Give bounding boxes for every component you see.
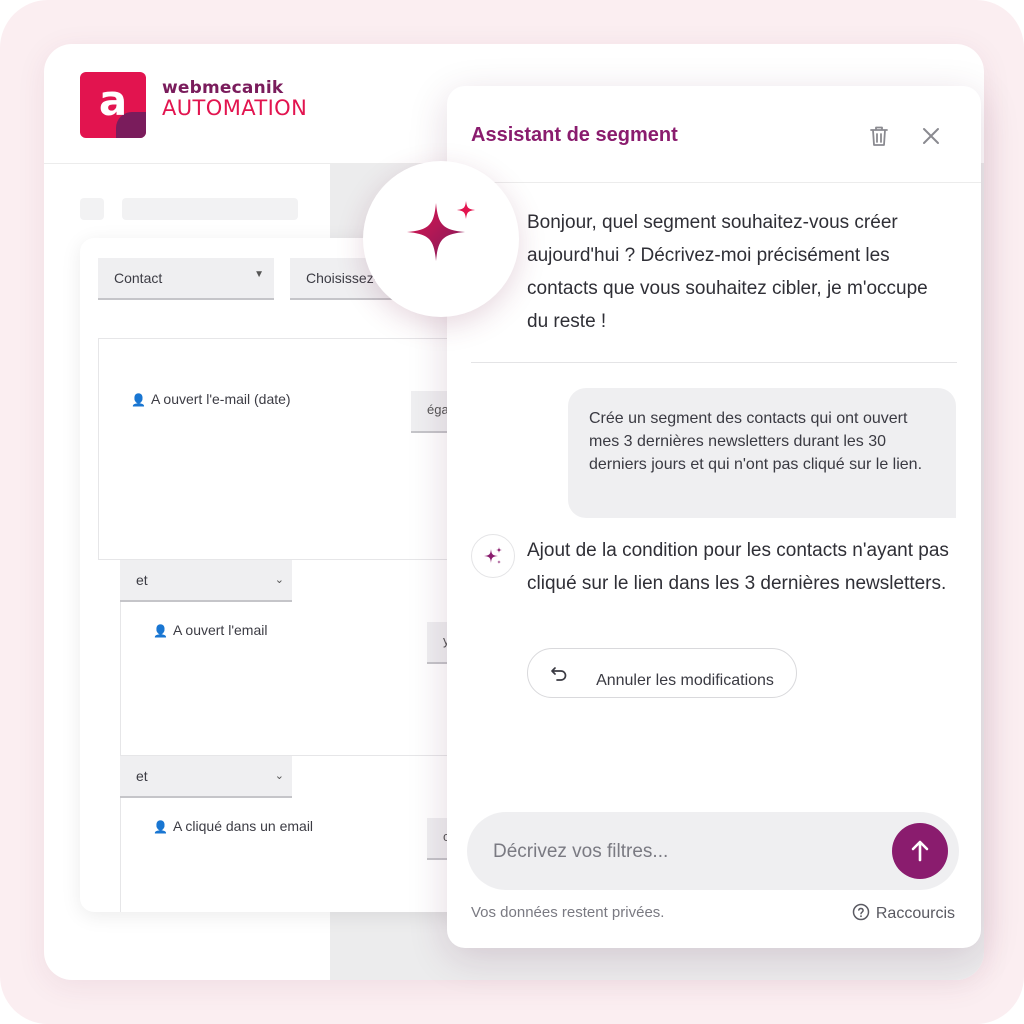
person-icon: 👤 bbox=[153, 820, 168, 834]
sparkle-icon bbox=[484, 547, 502, 564]
privacy-note: Vos données restent privées. bbox=[471, 904, 665, 921]
connector-value: et bbox=[136, 572, 148, 588]
assistant-title: Assistant de segment bbox=[471, 124, 678, 146]
shortcuts-link[interactable]: Raccourcis bbox=[852, 903, 955, 923]
segment-builder-panel: Contact ▼ Choisissez- 👤 A ouvert l'e-mail… bbox=[80, 238, 500, 912]
webmecanik-logo: a bbox=[80, 72, 146, 138]
chat-input-container bbox=[467, 812, 959, 890]
caret-down-icon: ▼ bbox=[254, 269, 264, 280]
skeleton-placeholder bbox=[80, 198, 104, 220]
connector-value: et bbox=[136, 768, 148, 784]
assistant-response-message: Ajout de la condition pour les contacts … bbox=[527, 540, 949, 594]
shortcuts-label: Raccourcis bbox=[875, 905, 955, 922]
condition-block: 👤A ouvert l'email y bbox=[120, 602, 500, 756]
condition-block: 👤A cliqué dans un email c bbox=[120, 798, 500, 912]
undo-changes-button[interactable]: Annuler les modifications bbox=[527, 648, 797, 698]
arrow-up-icon bbox=[911, 840, 929, 862]
help-circle-icon bbox=[852, 903, 870, 921]
sparkle-badge bbox=[363, 161, 519, 317]
assistant-panel: Assistant de segment Bonjour, quel segme… bbox=[447, 86, 981, 948]
connector-select[interactable]: et ⌄ bbox=[120, 756, 292, 798]
person-icon: 👤 bbox=[131, 393, 146, 407]
trash-icon[interactable] bbox=[865, 122, 893, 150]
user-message-bubble: Crée un segment des contacts qui ont ouv… bbox=[568, 388, 956, 518]
send-button[interactable] bbox=[892, 823, 948, 879]
object-select-value: Contact bbox=[114, 270, 163, 286]
condition-block: 👤 A ouvert l'e-mail (date) éga bbox=[98, 338, 500, 560]
object-select[interactable]: Contact ▼ bbox=[98, 258, 274, 300]
header-divider bbox=[447, 182, 981, 183]
connector-select[interactable]: et ⌄ bbox=[120, 560, 292, 602]
condition-label: 👤 A cliqué dans un email bbox=[153, 818, 314, 834]
undo-icon bbox=[551, 667, 567, 681]
undo-button-label: Annuler les modifications bbox=[596, 671, 774, 689]
sparkle-icon bbox=[407, 201, 475, 261]
condition-label: 👤 A ouvert l'e-mail (date) bbox=[131, 391, 291, 407]
message-divider bbox=[471, 362, 957, 363]
person-icon: 👤 bbox=[153, 624, 168, 638]
chevron-down-icon: ⌄ bbox=[274, 770, 284, 782]
close-icon[interactable] bbox=[917, 122, 945, 150]
brand-product: AUTOMATION bbox=[162, 96, 308, 120]
skeleton-placeholder bbox=[122, 198, 298, 220]
brand-name: webmecanik bbox=[162, 78, 284, 98]
assistant-avatar bbox=[471, 534, 515, 578]
logo-glyph: a bbox=[98, 76, 128, 125]
condition-label: 👤 A ouvert l'email bbox=[153, 622, 268, 638]
chevron-down-icon: ⌄ bbox=[274, 574, 284, 586]
filters-input[interactable] bbox=[493, 838, 873, 866]
assistant-intro-message: Bonjour, quel segment souhaitez-vous cré… bbox=[527, 212, 928, 332]
